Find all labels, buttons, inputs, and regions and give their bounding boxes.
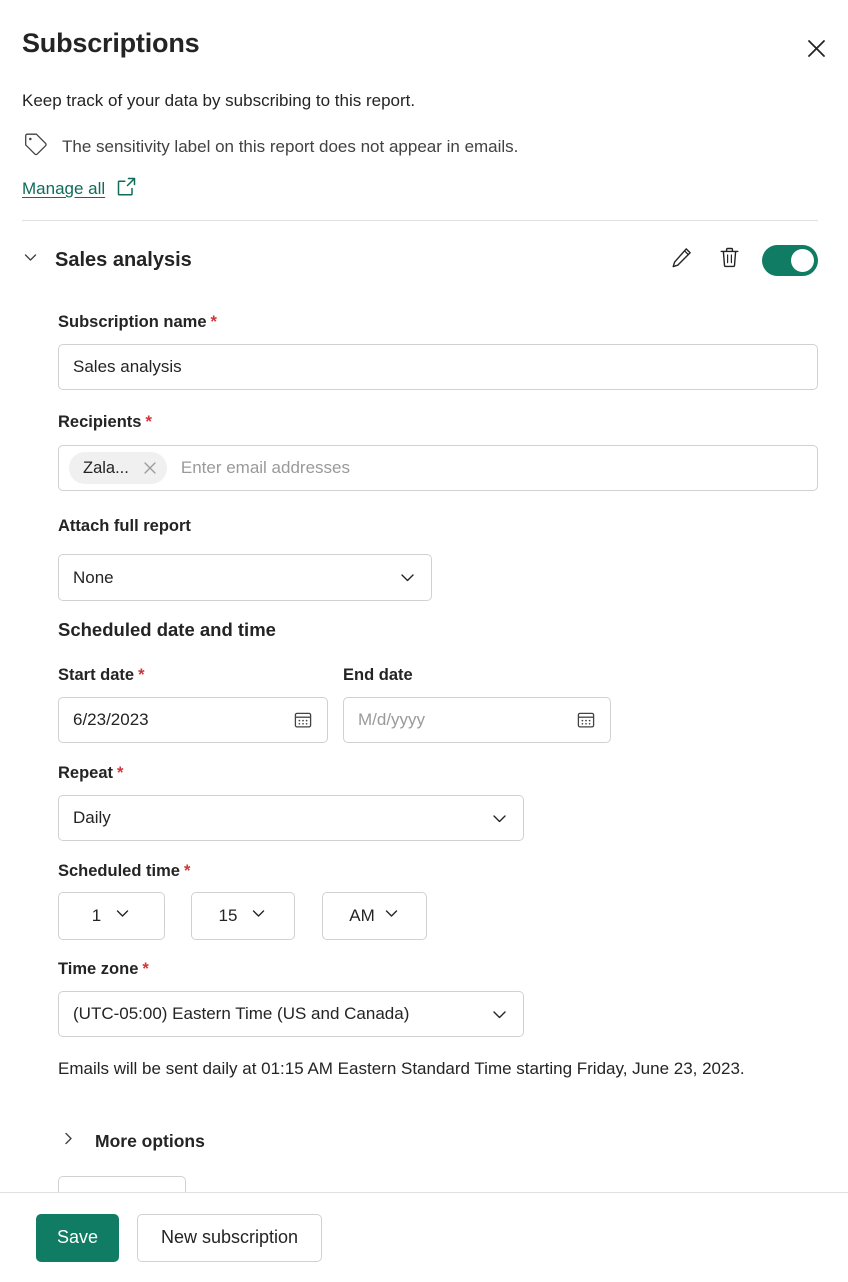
toggle-knob	[791, 249, 814, 272]
subscription-group-header: Sales analysis	[22, 240, 818, 280]
close-icon	[807, 39, 826, 58]
end-date-placeholder: M/d/yyyy	[358, 710, 425, 730]
new-subscription-button[interactable]: New subscription	[137, 1214, 322, 1262]
attach-full-report-label: Attach full report	[58, 517, 191, 536]
subscription-title: Sales analysis	[55, 249, 192, 272]
recipients-label: Recipients*	[58, 413, 152, 432]
chevron-down-icon	[490, 1005, 509, 1024]
scheduled-minute-value: 15	[219, 906, 238, 926]
page-title: Subscriptions	[22, 27, 199, 59]
more-options-expander[interactable]: More options	[60, 1130, 205, 1152]
subscription-name-input[interactable]: Sales analysis	[58, 344, 818, 390]
chevron-down-icon	[22, 249, 39, 271]
calendar-icon[interactable]	[576, 710, 596, 730]
required-asterisk: *	[184, 862, 190, 880]
manage-all-label: Manage all	[22, 179, 105, 199]
start-date-value: 6/23/2023	[73, 710, 149, 730]
subscription-enabled-toggle[interactable]	[762, 245, 818, 276]
close-button[interactable]	[798, 30, 834, 66]
required-asterisk: *	[117, 764, 123, 782]
pencil-icon	[670, 246, 693, 274]
save-button[interactable]: Save	[36, 1214, 119, 1262]
scheduled-time-label: Scheduled time*	[58, 862, 190, 881]
scheduled-section-title: Scheduled date and time	[58, 619, 276, 641]
subscription-name-value: Sales analysis	[73, 357, 182, 377]
subscription-name-label: Subscription name*	[58, 313, 217, 332]
scheduled-hour-value: 1	[92, 906, 101, 926]
scheduled-meridiem-select[interactable]: AM	[322, 892, 427, 940]
chevron-down-icon	[490, 809, 509, 828]
chevron-right-icon	[60, 1130, 77, 1152]
time-zone-label: Time zone*	[58, 960, 149, 979]
more-options-label: More options	[95, 1131, 205, 1152]
chevron-down-icon	[383, 905, 400, 927]
required-asterisk: *	[142, 960, 148, 978]
scheduled-hour-select[interactable]: 1	[58, 892, 165, 940]
tag-icon	[22, 131, 49, 163]
repeat-select[interactable]: Daily	[58, 795, 524, 841]
repeat-label: Repeat*	[58, 764, 123, 783]
start-date-input[interactable]: 6/23/2023	[58, 697, 328, 743]
calendar-icon[interactable]	[293, 710, 313, 730]
recipients-input[interactable]: Zala... Enter email addresses	[58, 445, 818, 491]
subscriptions-panel: Subscriptions Keep track of your data by…	[0, 0, 848, 1282]
repeat-value: Daily	[73, 808, 111, 828]
panel-subtitle: Keep track of your data by subscribing t…	[22, 90, 415, 113]
recipients-placeholder[interactable]: Enter email addresses	[181, 458, 807, 478]
sensitivity-note-row: The sensitivity label on this report doe…	[22, 131, 518, 163]
time-zone-select[interactable]: (UTC-05:00) Eastern Time (US and Canada)	[58, 991, 524, 1037]
delete-subscription-button[interactable]	[714, 245, 744, 275]
scheduled-meridiem-value: AM	[349, 906, 375, 926]
subscription-actions	[666, 245, 818, 276]
external-link-icon	[116, 176, 137, 202]
chevron-down-icon	[114, 905, 131, 927]
time-zone-value: (UTC-05:00) Eastern Time (US and Canada)	[73, 1004, 409, 1024]
chevron-down-icon	[250, 905, 267, 927]
panel-footer: Save New subscription	[0, 1193, 848, 1282]
start-date-label: Start date*	[58, 666, 145, 685]
sensitivity-note-text: The sensitivity label on this report doe…	[62, 137, 518, 157]
recipient-pill[interactable]: Zala...	[69, 452, 167, 484]
remove-recipient-icon[interactable]	[139, 457, 161, 479]
required-asterisk: *	[211, 313, 217, 331]
manage-all-link[interactable]: Manage all	[22, 176, 137, 202]
required-asterisk: *	[138, 666, 144, 684]
edit-subscription-button[interactable]	[666, 245, 696, 275]
attach-full-report-value: None	[73, 568, 114, 588]
header-divider	[22, 220, 818, 221]
end-date-input[interactable]: M/d/yyyy	[343, 697, 611, 743]
required-asterisk: *	[145, 413, 151, 431]
schedule-summary-text: Emails will be sent daily at 01:15 AM Ea…	[58, 1055, 798, 1082]
end-date-label: End date	[343, 666, 413, 685]
trash-icon	[718, 246, 741, 274]
chevron-down-icon	[398, 568, 417, 587]
recipient-pill-name: Zala...	[83, 459, 129, 478]
scheduled-minute-select[interactable]: 15	[191, 892, 295, 940]
attach-full-report-select[interactable]: None	[58, 554, 432, 601]
collapse-toggle[interactable]	[22, 249, 44, 271]
